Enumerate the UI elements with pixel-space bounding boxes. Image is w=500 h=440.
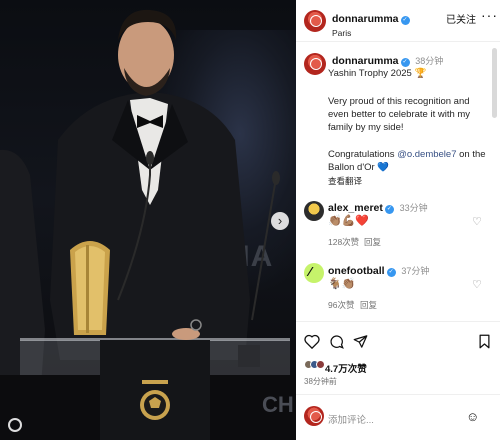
post-sidebar: donnarumma ✓ Paris 已关注 ··· donnarumma ✓ 38… <box>296 0 500 440</box>
comment-header: alex_meret ✓ 33分钟 <box>328 201 428 214</box>
post-header: donnarumma ✓ Paris 已关注 ··· <box>296 0 500 42</box>
see-translation-link[interactable]: 查看翻译 <box>328 175 488 188</box>
author-avatar[interactable] <box>304 10 326 32</box>
comment-like-icon[interactable]: ♡ <box>472 278 482 291</box>
next-photo-button[interactable]: › <box>271 212 289 230</box>
current-user-avatar[interactable] <box>304 406 324 426</box>
like-heart-icon[interactable] <box>304 334 320 349</box>
mention-link[interactable]: @o.dembele7 <box>397 149 456 160</box>
author-username[interactable]: donnarumma <box>332 13 399 25</box>
author-info: donnarumma ✓ Paris <box>332 9 410 38</box>
bookmark-icon[interactable] <box>478 334 491 349</box>
caption-time: 38分钟 <box>415 56 444 66</box>
onefootball-logo-icon: ⁄ <box>309 264 312 279</box>
reply-button[interactable]: 回复 <box>360 299 377 311</box>
liker-avatar[interactable] <box>316 360 325 369</box>
photo-indicator-icon <box>8 418 22 432</box>
comment-icon[interactable] <box>329 334 344 349</box>
caption-body: Very proud of this recognition and even … <box>328 96 471 133</box>
comment-avatar[interactable] <box>304 201 324 221</box>
verified-icon: ✓ <box>400 58 410 67</box>
comment-text: 🐐👏🏽 <box>328 278 356 290</box>
verified-icon: ✓ <box>386 268 396 277</box>
trophy-icon: 🏆 <box>414 68 427 79</box>
comment-username[interactable]: alex_meret <box>328 202 383 214</box>
caption-congrats: Congratulations @o.dembele7 on the Ballo… <box>328 149 486 173</box>
comment-like-icon[interactable]: ♡ <box>472 215 482 228</box>
comment-avatar[interactable]: ⁄ <box>304 263 324 283</box>
caption-header: donnarumma ✓ 38分钟 <box>332 54 443 67</box>
send-icon[interactable] <box>353 334 368 349</box>
post-photo[interactable]: HA CH › <box>0 0 296 440</box>
divider <box>296 394 500 395</box>
more-options-icon[interactable]: ··· <box>481 7 498 23</box>
comment-likes[interactable]: 96次赞 <box>328 299 354 311</box>
comments-scrollbar[interactable] <box>492 48 497 118</box>
caption-title: Yashin Trophy 2025 🏆 <box>328 68 427 79</box>
comment-time: 33分钟 <box>399 203 428 213</box>
likes-count[interactable]: 4.7万次赞 <box>325 361 367 375</box>
caption-avatar[interactable] <box>304 53 326 75</box>
comment-time: 37分钟 <box>401 266 430 276</box>
ceremony-scene <box>0 9 296 440</box>
comments-scroll-area[interactable]: donnarumma ✓ 38分钟 Yashin Trophy 2025 🏆 Ve… <box>296 43 500 315</box>
comment-header: onefootball ✓ 37分钟 <box>328 264 429 277</box>
post-time: 38分钟前 <box>304 377 337 386</box>
comment-likes[interactable]: 128次赞 <box>328 236 359 248</box>
comment-text: 👏🏽💪🏽❤️ <box>328 215 370 227</box>
post-location[interactable]: Paris <box>332 28 410 38</box>
blue-heart-icon: 💙 <box>377 162 390 173</box>
following-button[interactable]: 已关注 <box>446 11 476 26</box>
add-comment-input[interactable]: 添加评论... <box>328 412 448 426</box>
verified-icon: ✓ <box>400 16 410 25</box>
comment-username[interactable]: onefootball <box>328 265 385 277</box>
divider <box>296 321 500 322</box>
podium-text: CH <box>262 392 294 417</box>
reply-button[interactable]: 回复 <box>364 236 381 248</box>
verified-icon: ✓ <box>384 205 394 214</box>
emoji-icon[interactable]: ☺ <box>466 409 479 424</box>
caption-username[interactable]: donnarumma <box>332 55 399 67</box>
